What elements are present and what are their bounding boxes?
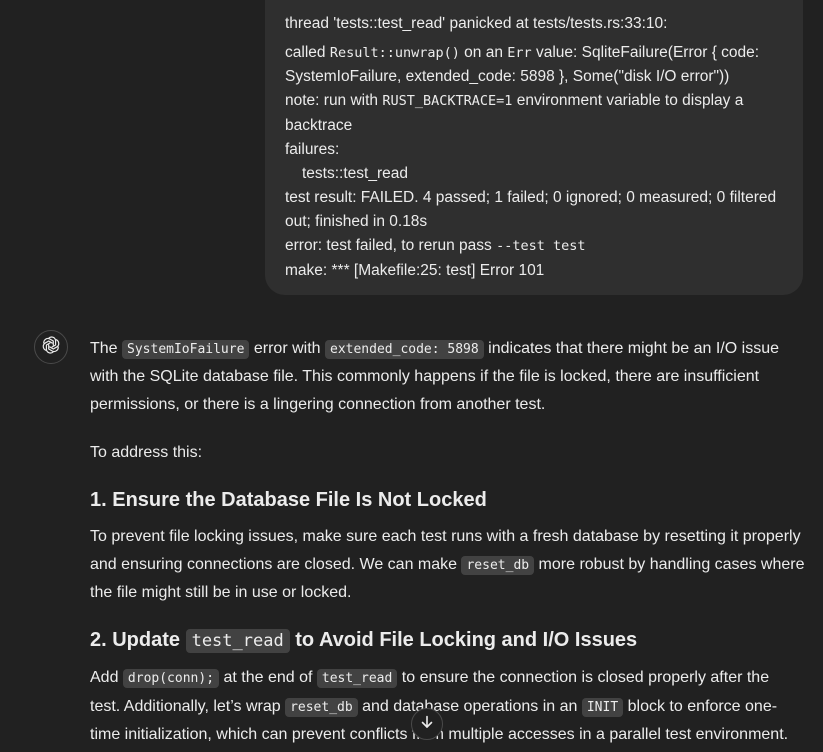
user-line-failed-test: tests::test_read xyxy=(302,165,408,182)
inline-code: RUST_BACKTRACE=1 xyxy=(382,93,513,109)
heading-update-test-read: 2. Update test_read to Avoid File Lockin… xyxy=(90,629,638,653)
scroll-to-bottom-button[interactable] xyxy=(411,708,443,740)
inline-code: INIT xyxy=(581,698,624,717)
inline-code: --test test xyxy=(496,238,586,254)
user-line-failures: failures: xyxy=(285,141,340,158)
inline-code: test_read xyxy=(316,669,398,688)
inline-code: SystemIoFailure xyxy=(122,340,250,359)
inline-code: Err xyxy=(507,45,532,61)
user-line-note: note: run with RUST_BACKTRACE=1 environm… xyxy=(285,92,744,109)
user-line-unwrap: called Result::unwrap() on an Err value:… xyxy=(285,44,760,61)
user-line-result: test result: FAILED. 4 passed; 1 failed;… xyxy=(285,189,777,206)
chat-view: thread 'tests::test_read' panicked at te… xyxy=(0,0,823,752)
assistant-paragraph-2: To address this: xyxy=(90,444,203,461)
inline-code: test_read xyxy=(185,629,290,653)
assistant-avatar xyxy=(34,330,68,364)
assistant-paragraph-1-line-2: with the SQLite database file. This comm… xyxy=(90,368,760,385)
assistant-paragraph-3-line-1: To prevent file locking issues, make sur… xyxy=(90,528,801,545)
assistant-paragraph-1-line-3: permissions, or there is a lingering con… xyxy=(90,396,546,413)
openai-logo-icon xyxy=(40,334,62,361)
assistant-paragraph-3-line-2: and ensuring connections are closed. We … xyxy=(90,556,805,575)
assistant-paragraph-1-line-1: The SystemIoFailure error with extended_… xyxy=(90,340,779,359)
assistant-paragraph-3-line-3: the file might still be in use or locked… xyxy=(90,584,352,601)
user-line-sqlite: SystemIoFailure, extended_code: 5898 }, … xyxy=(285,68,730,85)
inline-code: extended_code: 5898 xyxy=(325,340,484,359)
arrow-down-icon xyxy=(419,714,435,735)
user-line-backtrace: backtrace xyxy=(285,117,353,134)
heading-ensure-not-locked: 1. Ensure the Database File Is Not Locke… xyxy=(90,489,487,511)
user-line-finished: out; finished in 0.18s xyxy=(285,213,428,230)
inline-code: reset_db xyxy=(285,698,358,717)
user-line-error: error: test failed, to rerun pass --test… xyxy=(285,237,586,254)
user-message-bubble: thread 'tests::test_read' panicked at te… xyxy=(265,0,803,295)
inline-code: reset_db xyxy=(461,556,535,575)
inline-code: Result::unwrap() xyxy=(329,45,460,61)
inline-code: drop(conn); xyxy=(122,669,220,688)
user-line-panic: thread 'tests::test_read' panicked at te… xyxy=(285,15,668,32)
assistant-paragraph-4-line-1: Add drop(conn); at the end of test_read … xyxy=(90,669,770,688)
user-line-make: make: *** [Makefile:25: test] Error 101 xyxy=(285,262,545,279)
